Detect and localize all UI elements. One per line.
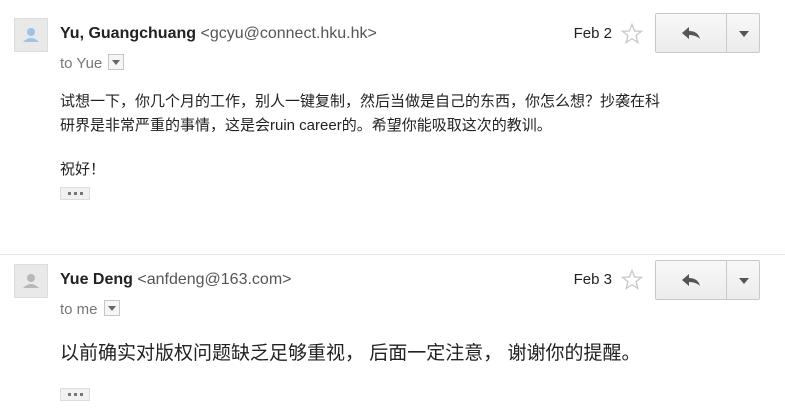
message-body: 以前确实对版权问题缺乏足够重视， 后面一定注意， 谢谢你的提醒。: [60, 343, 641, 364]
message-2: Yue Deng <anfdeng@163.com> to me Feb 3 以…: [0, 254, 785, 417]
reply-arrow-icon: [682, 27, 700, 39]
ellipsis-dot: [73, 393, 77, 396]
default-person-avatar-icon: [15, 265, 47, 297]
more-options-button[interactable]: [726, 13, 760, 53]
ellipsis-dot: [79, 393, 83, 396]
sender-name[interactable]: Yue Deng: [60, 271, 133, 288]
reply-button[interactable]: [655, 260, 727, 300]
details-dropdown-icon[interactable]: [108, 54, 125, 71]
message-body: 试想一下，你几个月的工作，别人一键复制，然后当做是自己的东西，你怎么想？抄袭在科…: [60, 90, 750, 182]
body-line: 试想一下，你几个月的工作，别人一键复制，然后当做是自己的东西，你怎么想？抄袭在科: [60, 93, 661, 110]
default-person-avatar-icon: [15, 19, 47, 51]
message-date[interactable]: Feb 2: [574, 24, 612, 44]
ellipsis-dot: [67, 192, 71, 195]
email-thread: Yu, Guangchuang <gcyu@connect.hku.hk> to…: [0, 0, 785, 417]
ellipsis-dot: [67, 393, 71, 396]
star-icon[interactable]: [620, 268, 644, 292]
avatar[interactable]: [14, 264, 48, 298]
body-line: 研界是非常严重的事情，这是会ruin career的。希望你能吸取这次的教训。: [60, 117, 552, 134]
sender[interactable]: Yue Deng <anfdeng@163.com>: [60, 270, 292, 290]
body-line: 祝好！: [60, 161, 106, 178]
sender-email[interactable]: <gcyu@connect.hku.hk>: [200, 25, 376, 42]
star-icon[interactable]: [620, 22, 644, 46]
show-trimmed-content-button[interactable]: [60, 187, 90, 200]
reply-arrow-icon: [682, 274, 700, 286]
sender-name[interactable]: Yu, Guangchuang: [60, 25, 196, 42]
details-dropdown-icon[interactable]: [103, 300, 120, 317]
message-1: Yu, Guangchuang <gcyu@connect.hku.hk> to…: [0, 0, 785, 240]
recipient-line: to me: [60, 300, 120, 320]
recipient-line: to Yue: [60, 54, 125, 74]
more-options-button[interactable]: [726, 260, 760, 300]
reply-button[interactable]: [655, 13, 727, 53]
recipient-label: to me: [60, 301, 98, 318]
avatar[interactable]: [14, 18, 48, 52]
ellipsis-dot: [79, 192, 83, 195]
sender[interactable]: Yu, Guangchuang <gcyu@connect.hku.hk>: [60, 24, 377, 44]
ellipsis-dot: [73, 192, 77, 195]
show-trimmed-content-button[interactable]: [60, 388, 90, 401]
message-date[interactable]: Feb 3: [574, 270, 612, 290]
sender-email[interactable]: <anfdeng@163.com>: [137, 271, 291, 288]
recipient-label: to Yue: [60, 55, 103, 72]
body-blank-line: [60, 138, 750, 158]
